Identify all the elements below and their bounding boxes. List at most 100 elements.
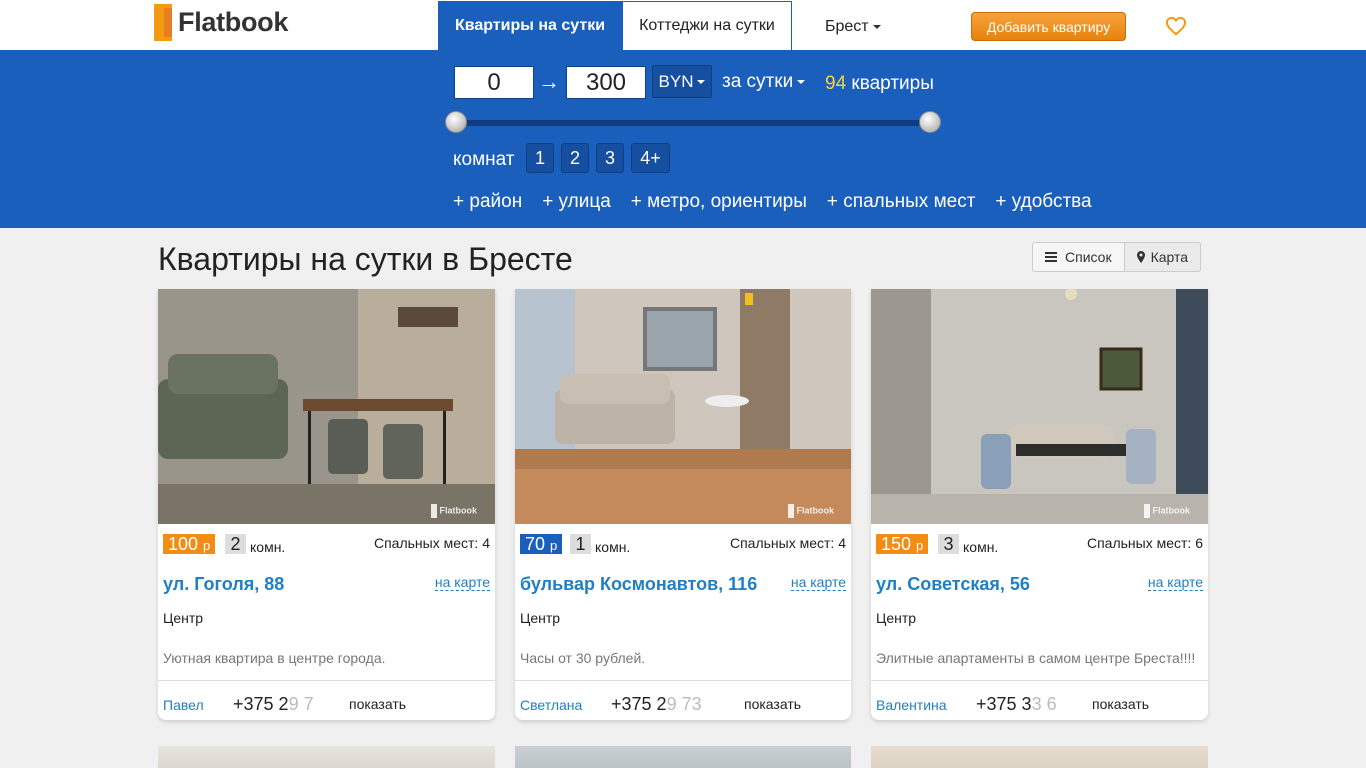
listing-district: Центр: [520, 610, 561, 626]
card-divider: [871, 680, 1208, 681]
listing-district: Центр: [163, 610, 204, 626]
more-filters: + район + улица + метро, ориентиры + спа…: [453, 191, 1092, 213]
price-badge: 100 р: [163, 534, 216, 554]
filter-metro-link[interactable]: + метро, ориентиры: [631, 191, 807, 213]
sleeping-places: Спальных мест: 4: [729, 535, 846, 551]
chevron-down-icon: [872, 24, 881, 29]
results-count-label: квартиры: [851, 73, 934, 94]
listing-card[interactable]: Flatbook 150 р 3 комн. Спальных мест: 6 у…: [871, 289, 1208, 720]
phone-hidden: 3 6: [1031, 694, 1057, 714]
phone-visible: +375 2: [233, 694, 289, 714]
rooms-suffix: комн.: [595, 539, 631, 555]
currency-label: BYN: [658, 71, 694, 91]
rooms-option-2[interactable]: 2: [561, 143, 589, 173]
results-count-number: 94: [825, 73, 847, 94]
sleeping-places: Спальных мест: 4: [373, 535, 490, 551]
sleeping-places: Спальных мест: 6: [1086, 535, 1203, 551]
listing-card-partial[interactable]: [158, 746, 495, 768]
page-title: Квартиры на сутки в Бресте: [158, 241, 573, 277]
logo-door-icon: [154, 4, 172, 41]
watermark: Flatbook: [431, 504, 478, 518]
show-phone-button[interactable]: показать: [349, 696, 406, 712]
watermark: Flatbook: [788, 504, 835, 518]
rooms-badge: 1: [570, 534, 591, 554]
period-dropdown[interactable]: за сутки: [722, 71, 806, 93]
phone-visible: +375 3: [976, 694, 1032, 714]
chevron-down-icon: [797, 79, 806, 84]
logo-text: Flatbook: [178, 7, 289, 37]
price-badge: 150 р: [876, 534, 929, 554]
show-on-map-link[interactable]: на карте: [434, 574, 490, 591]
listing-description: Уютная квартира в центре города.: [163, 650, 386, 666]
price-from-input[interactable]: 0: [454, 66, 534, 99]
card-divider: [158, 680, 495, 681]
show-on-map-link[interactable]: на карте: [1147, 574, 1203, 591]
period-label: за сутки: [722, 71, 794, 92]
price-value: 150: [881, 534, 912, 554]
filter-amenities-link[interactable]: + удобства: [995, 191, 1091, 213]
listing-description: Часы от 30 рублей.: [520, 650, 646, 666]
listing-address-link[interactable]: бульвар Космонавтов, 116: [520, 574, 757, 595]
watermark: Flatbook: [1144, 504, 1191, 518]
rooms-option-4plus[interactable]: 4+: [631, 143, 670, 173]
tab-apartments[interactable]: Квартиры на сутки: [438, 1, 622, 50]
filter-street-link[interactable]: + улица: [542, 191, 611, 213]
listing-card[interactable]: Flatbook 70 р 1 комн. Спальных мест: 4 бу…: [515, 289, 851, 720]
view-list-label: Список: [1065, 249, 1112, 265]
city-dropdown[interactable]: Брест: [825, 18, 881, 36]
rooms-badge: 3: [938, 534, 959, 554]
price-badge: 70 р: [520, 534, 563, 554]
show-phone-button[interactable]: показать: [744, 696, 801, 712]
view-toggle: Список Карта: [1032, 242, 1202, 272]
add-apartment-button[interactable]: Добавить квартиру: [971, 12, 1126, 41]
filter-beds-link[interactable]: + спальных мест: [827, 191, 975, 213]
rooms-suffix: комн.: [250, 539, 286, 555]
listing-card-partial[interactable]: [515, 746, 851, 768]
price-to-input[interactable]: 300: [566, 66, 646, 99]
currency-dropdown[interactable]: BYN: [652, 65, 712, 98]
list-icon: [1045, 252, 1057, 262]
price-slider-max-handle[interactable]: [919, 111, 941, 133]
phone-number: +375 29 73: [611, 694, 702, 715]
price-value: 70: [525, 534, 546, 554]
listing-address-link[interactable]: ул. Гоголя, 88: [163, 574, 284, 595]
city-label: Брест: [825, 18, 869, 35]
listing-photo-image: [515, 289, 851, 524]
listing-card-partial[interactable]: [871, 746, 1208, 768]
show-on-map-link[interactable]: на карте: [790, 574, 846, 591]
price-value: 100: [168, 534, 199, 554]
phone-visible: +375 2: [611, 694, 667, 714]
phone-number: +375 33 6: [976, 694, 1057, 715]
view-list-button[interactable]: Список: [1032, 242, 1125, 272]
filter-panel: 0 → 300 BYN за сутки 94 квартиры комнат …: [0, 50, 1366, 228]
phone-hidden: 9 73: [666, 694, 702, 714]
price-slider-min-handle[interactable]: [445, 111, 467, 133]
listing-photo[interactable]: Flatbook: [871, 289, 1208, 524]
owner-name-link[interactable]: Валентина: [876, 697, 947, 713]
filter-district-link[interactable]: + район: [453, 191, 522, 213]
heart-icon[interactable]: [1165, 16, 1187, 36]
owner-name-link[interactable]: Светлана: [520, 697, 582, 713]
logo[interactable]: Flatbook: [154, 4, 288, 41]
tab-cottages[interactable]: Коттеджи на сутки: [622, 1, 792, 50]
rooms-suffix: комн.: [963, 539, 999, 555]
view-map-button[interactable]: Карта: [1124, 242, 1202, 272]
card-divider: [515, 680, 851, 681]
rooms-label: комнат: [453, 149, 515, 170]
price-slider-track[interactable]: [456, 120, 930, 126]
show-phone-button[interactable]: показать: [1092, 696, 1149, 712]
chevron-down-icon: [697, 79, 706, 84]
map-pin-icon: [1136, 251, 1145, 263]
price-currency: р: [203, 538, 211, 553]
rooms-option-1[interactable]: 1: [526, 143, 554, 173]
rooms-option-3[interactable]: 3: [596, 143, 624, 173]
price-currency: р: [916, 538, 924, 553]
results-count: 94 квартиры: [825, 73, 934, 95]
owner-name-link[interactable]: Павел: [163, 697, 204, 713]
listing-photo[interactable]: Flatbook: [515, 289, 851, 524]
listing-photo[interactable]: Flatbook: [158, 289, 495, 524]
range-arrow: →: [538, 69, 560, 94]
rooms-badge: 2: [225, 534, 246, 554]
listing-address-link[interactable]: ул. Советская, 56: [876, 574, 1030, 595]
listing-card[interactable]: Flatbook 100 р 2 комн. Спальных мест: 4 у…: [158, 289, 495, 720]
